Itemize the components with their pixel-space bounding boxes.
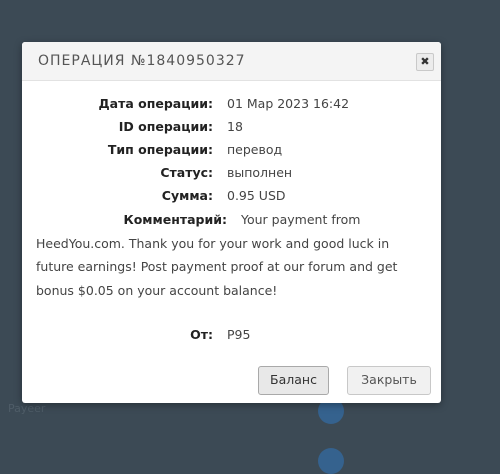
status-label: Статус: bbox=[160, 165, 213, 180]
from-value: P95 bbox=[227, 327, 251, 342]
amount-value: 0.95 USD bbox=[227, 188, 286, 203]
operation-details: Дата операции: 01 Мар 2023 16:42 ID опер… bbox=[22, 92, 441, 207]
id-value: 18 bbox=[227, 119, 243, 134]
operation-dialog: ОПЕРАЦИЯ №1840950327 ✖ Дата операции: 01… bbox=[22, 42, 441, 403]
date-value: 01 Мар 2023 16:42 bbox=[227, 96, 350, 111]
detail-row-from: От: P95 bbox=[22, 327, 441, 347]
comment-block: Комментарий: Your payment from HeedYou.c… bbox=[36, 208, 428, 302]
comment-label: Комментарий: bbox=[123, 212, 228, 227]
status-value: выполнен bbox=[227, 165, 293, 180]
id-label: ID операции: bbox=[118, 119, 213, 134]
dialog-title: ОПЕРАЦИЯ №1840950327 bbox=[38, 53, 246, 69]
background-text: Payeer bbox=[8, 402, 46, 415]
from-label: От: bbox=[190, 327, 213, 342]
type-value: перевод bbox=[227, 142, 283, 157]
close-icon[interactable]: ✖ bbox=[416, 53, 434, 71]
detail-row-id: ID операции: 18 bbox=[22, 115, 441, 138]
amount-label: Сумма: bbox=[161, 188, 213, 203]
close-button[interactable]: Закрыть bbox=[347, 366, 431, 395]
detail-row-type: Тип операции: перевод bbox=[22, 138, 441, 161]
detail-row-status: Статус: выполнен bbox=[22, 161, 441, 184]
type-label: Тип операции: bbox=[107, 142, 213, 157]
payeer-logo-icon bbox=[318, 448, 344, 474]
detail-row-date: Дата операции: 01 Мар 2023 16:42 bbox=[22, 92, 441, 115]
detail-row-amount: Сумма: 0.95 USD bbox=[22, 184, 441, 207]
date-label: Дата операции: bbox=[98, 96, 213, 111]
dialog-header: ОПЕРАЦИЯ №1840950327 ✖ bbox=[22, 42, 441, 81]
balance-button[interactable]: Баланс bbox=[258, 366, 329, 395]
